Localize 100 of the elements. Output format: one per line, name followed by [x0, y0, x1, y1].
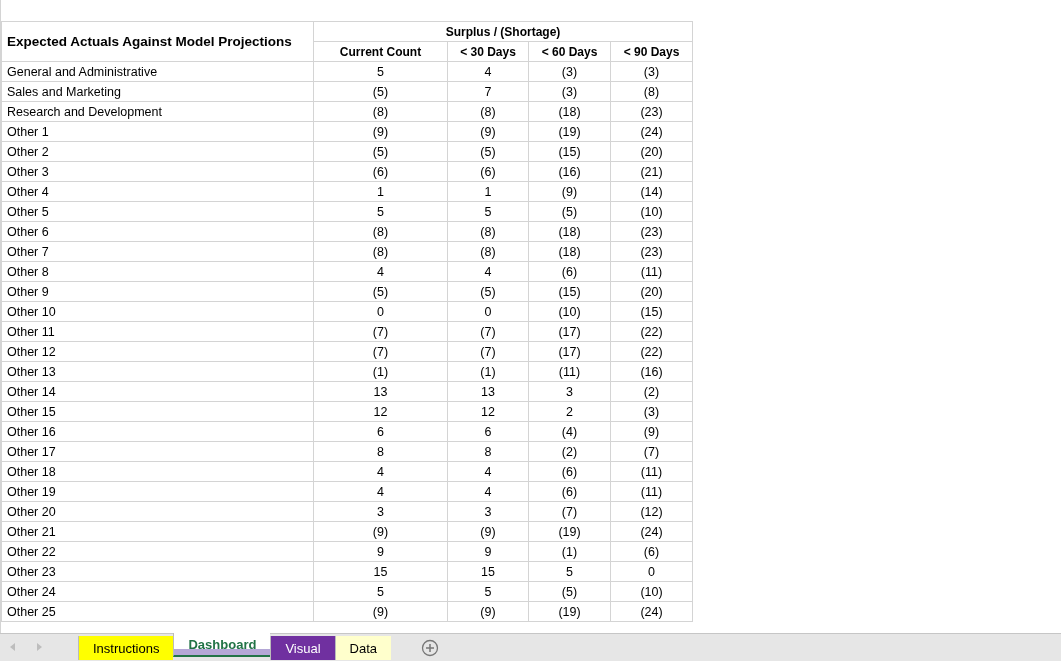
table-cell: (6) [447, 161, 529, 182]
table-cell: (6) [528, 461, 611, 482]
add-sheet-button[interactable] [421, 639, 440, 657]
table-cell: (8) [447, 241, 529, 262]
table-cell: 7 [447, 81, 529, 102]
table-cell: 4 [313, 261, 448, 282]
sheet-tab[interactable]: Instructions [78, 636, 174, 660]
table-cell: (19) [528, 121, 611, 142]
row-label: Other 7 [1, 241, 314, 262]
table-cell: 5 [528, 561, 611, 582]
column-group-header: Surplus / (Shortage) [313, 21, 693, 42]
table-cell: (5) [447, 281, 529, 302]
table-cell: 8 [447, 441, 529, 462]
table-cell: (2) [610, 381, 693, 402]
table-cell: (15) [528, 141, 611, 162]
table-cell: 15 [313, 561, 448, 582]
scroll-left-icon[interactable] [10, 643, 15, 651]
table-cell: 3 [447, 501, 529, 522]
row-label: Other 11 [1, 321, 314, 342]
column-header: < 30 Days [447, 41, 529, 62]
table-cell: (15) [528, 281, 611, 302]
row-label: Other 5 [1, 201, 314, 222]
column-header: Current Count [313, 41, 448, 62]
row-label: Other 19 [1, 481, 314, 502]
table-cell: 3 [313, 501, 448, 522]
table-cell: (3) [610, 61, 693, 82]
table-cell: (24) [610, 521, 693, 542]
row-label: Other 9 [1, 281, 314, 302]
table-cell: (10) [528, 301, 611, 322]
table-cell: 12 [447, 401, 529, 422]
row-label: Other 2 [1, 141, 314, 162]
table-cell: (11) [610, 461, 693, 482]
table-cell: (15) [610, 301, 693, 322]
table-cell: (1) [313, 361, 448, 382]
table-cell: 8 [313, 441, 448, 462]
table-cell: (9) [313, 121, 448, 142]
sheet-tab[interactable]: Visual [270, 636, 335, 660]
table-cell: 15 [447, 561, 529, 582]
table-cell: (16) [528, 161, 611, 182]
table-cell: (24) [610, 601, 693, 622]
table-cell: 12 [313, 401, 448, 422]
sheet-tab[interactable]: Data [334, 636, 392, 660]
column-header: < 60 Days [528, 41, 611, 62]
table-cell: (11) [610, 261, 693, 282]
table-cell: (12) [610, 501, 693, 522]
table-cell: (6) [528, 481, 611, 502]
table-cell: (17) [528, 321, 611, 342]
table-cell: (4) [528, 421, 611, 442]
table-cell: (3) [528, 61, 611, 82]
table-cell: 0 [447, 301, 529, 322]
table-cell: (2) [528, 441, 611, 462]
table-cell: 4 [313, 461, 448, 482]
row-label: Other 13 [1, 361, 314, 382]
table-cell: (3) [610, 401, 693, 422]
row-label: Other 17 [1, 441, 314, 462]
table-cell: (18) [528, 241, 611, 262]
row-label: Other 24 [1, 581, 314, 602]
table-cell: 5 [313, 61, 448, 82]
table-cell: (11) [528, 361, 611, 382]
table-title: Expected Actuals Against Model Projections [1, 21, 314, 62]
table-cell: 4 [447, 61, 529, 82]
table-cell: (8) [313, 101, 448, 122]
row-label: General and Administrative [1, 61, 314, 82]
table-cell: (9) [447, 521, 529, 542]
table-cell: (19) [528, 521, 611, 542]
table-cell: 0 [610, 561, 693, 582]
table-cell: (9) [313, 521, 448, 542]
table-cell: (19) [528, 601, 611, 622]
sheet-tab[interactable]: Dashboard [173, 633, 271, 657]
table-cell: (1) [447, 361, 529, 382]
row-label: Other 6 [1, 221, 314, 242]
table-cell: (10) [610, 581, 693, 602]
row-label: Other 21 [1, 521, 314, 542]
table-cell: 4 [447, 261, 529, 282]
table-cell: (21) [610, 161, 693, 182]
row-label: Sales and Marketing [1, 81, 314, 102]
table-cell: (22) [610, 321, 693, 342]
table-cell: 5 [313, 201, 448, 222]
table-cell: (23) [610, 221, 693, 242]
table-cell: 9 [313, 541, 448, 562]
scroll-right-icon[interactable] [37, 643, 42, 651]
table-cell: (7) [313, 341, 448, 362]
table-cell: (23) [610, 101, 693, 122]
row-label: Other 8 [1, 261, 314, 282]
table-cell: (8) [447, 101, 529, 122]
row-label: Other 10 [1, 301, 314, 322]
table-cell: 1 [447, 181, 529, 202]
table-cell: (6) [528, 261, 611, 282]
table-cell: (9) [610, 421, 693, 442]
table-cell: (6) [313, 161, 448, 182]
table-cell: (7) [528, 501, 611, 522]
table-cell: (5) [313, 81, 448, 102]
table-cell: (6) [610, 541, 693, 562]
row-label: Other 25 [1, 601, 314, 622]
table-cell: (5) [313, 141, 448, 162]
table-cell: (9) [313, 601, 448, 622]
table-cell: 5 [447, 201, 529, 222]
table-cell: 3 [528, 381, 611, 402]
row-label: Other 1 [1, 121, 314, 142]
table-cell: (1) [528, 541, 611, 562]
